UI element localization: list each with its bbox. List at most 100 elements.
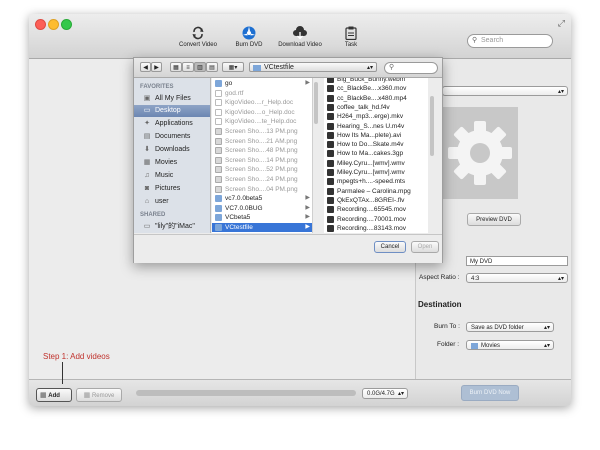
- video-file-row[interactable]: Miley.Cyru...[wmv].wmv: [324, 159, 428, 168]
- burn-dvd-now-button[interactable]: Burn DVD Now: [461, 385, 519, 401]
- file-row[interactable]: Screen Sho....24 PM.png: [212, 175, 312, 184]
- close-window-button[interactable]: [35, 19, 46, 30]
- video-file-row[interactable]: Hearing_S...nes U.m4v: [324, 122, 428, 131]
- folder-row[interactable]: go ▶: [212, 79, 312, 88]
- menu-template-select[interactable]: ▴▾: [442, 86, 568, 96]
- sidebar-item-user[interactable]: ⌂ user: [134, 196, 210, 208]
- video-file-row[interactable]: cc_BlackBe....x480.mp4: [324, 94, 428, 103]
- icon-view-button[interactable]: ▦: [170, 62, 182, 72]
- sidebar-item-pictures[interactable]: ◙ Pictures: [134, 183, 210, 195]
- open-file-dialog: ◀ ▶ ▦ ≡ ▥ ▤ ▦▾ VCtestfile ▴▾ ⚲ FAVORITES…: [133, 57, 443, 263]
- file-row[interactable]: Screen Sho....21 AM.png: [212, 137, 312, 146]
- open-button[interactable]: Open: [411, 241, 439, 253]
- file-row[interactable]: KigoVideo....te_Help.doc: [212, 117, 312, 126]
- disc-size-select[interactable]: 0.0G/4.7G ▴▾: [362, 388, 408, 399]
- folder-row[interactable]: VC7.0.0BUG ▶: [212, 204, 312, 213]
- column2-scrollbar[interactable]: [430, 96, 434, 156]
- folder-row[interactable]: VCtestfile ▶: [212, 223, 312, 232]
- step-pointer-line: [62, 362, 63, 384]
- video-file-row[interactable]: Recording....65545.mov: [324, 205, 428, 214]
- shared-heading: SHARED: [140, 212, 166, 218]
- zoom-window-button[interactable]: [61, 19, 72, 30]
- video-file-row[interactable]: mpegts+h....-speed.mts: [324, 177, 428, 186]
- video-file-row[interactable]: Miley.Cyru...[wmv].wmv: [324, 168, 428, 177]
- arrange-button[interactable]: ▦▾: [222, 62, 244, 72]
- select-arrows-icon: ▴▾: [543, 343, 550, 349]
- sidebar-item-label: All My Files: [155, 95, 191, 102]
- file-row[interactable]: Screen Sho....04 PM.png: [212, 185, 312, 194]
- remove-button[interactable]: ▦ Remove: [76, 388, 122, 402]
- select-arrows-icon: ▴▾: [397, 391, 404, 397]
- burn-to-select[interactable]: Save as DVD folder ▴▾: [466, 322, 554, 332]
- image-file-icon: [215, 147, 222, 155]
- add-label: Add: [48, 393, 60, 399]
- sidebar-item-movies[interactable]: ▦ Movies: [134, 157, 210, 169]
- folder-row[interactable]: vc7.0.0beta5 ▶: [212, 194, 312, 203]
- cancel-button[interactable]: Cancel: [374, 241, 406, 253]
- file-row[interactable]: Screen Sho....14 PM.png: [212, 156, 312, 165]
- video-file-row[interactable]: How to Ma...cakes.3gp: [324, 149, 428, 158]
- sidebar-item-documents[interactable]: ▤ Documents: [134, 131, 210, 143]
- task-tool[interactable]: Task: [321, 26, 381, 48]
- video-file-row[interactable]: How to Do...Skate.m4v: [324, 140, 428, 149]
- burn-to-value: Save as DVD folder: [471, 325, 524, 331]
- back-button[interactable]: ◀: [140, 62, 151, 72]
- dialog-search-field[interactable]: ⚲: [384, 62, 438, 74]
- sidebar-item-all-my-files[interactable]: ▣ All My Files: [134, 93, 210, 105]
- dialog-footer: Cancel Open: [134, 234, 442, 263]
- video-file-icon: [327, 187, 334, 195]
- path-popup[interactable]: VCtestfile ▴▾: [249, 62, 377, 72]
- video-file-icon: [327, 150, 334, 158]
- video-file-row[interactable]: coffee_talk_hd.f4v: [324, 103, 428, 112]
- video-file-row[interactable]: Big_Buck_Bunny.webm: [324, 78, 428, 84]
- folder-label: Folder :: [437, 341, 460, 348]
- file-name: Screen Sho....48 PM.png: [225, 147, 298, 155]
- video-file-row[interactable]: Recording....83143.mov: [324, 224, 428, 233]
- sidebar-item-desktop[interactable]: ▭ Desktop: [134, 105, 210, 117]
- sidebar-item-music[interactable]: ♫ Music: [134, 170, 210, 182]
- folder-select[interactable]: Movies ▴▾: [466, 340, 554, 350]
- file-row[interactable]: KigoVideo....r_Help.doc: [212, 98, 312, 107]
- video-file-row[interactable]: cc_BlackBe....x360.mov: [324, 84, 428, 93]
- file-row[interactable]: Screen Sho....48 PM.png: [212, 146, 312, 155]
- files-icon: ▣: [143, 95, 151, 102]
- sidebar-item-applications[interactable]: ✦ Applications: [134, 118, 210, 130]
- video-file-row[interactable]: Recording....70001.mov: [324, 215, 428, 224]
- sidebar-item-downloads[interactable]: ⬇ Downloads: [134, 144, 210, 156]
- file-name: How Its Ma...plete).avi: [337, 131, 402, 139]
- video-file-row[interactable]: How Its Ma...plete).avi: [324, 131, 428, 140]
- burn-dvd-label: Burn DVD: [235, 42, 263, 48]
- file-row[interactable]: Screen Sho....52 PM.png: [212, 165, 312, 174]
- disc-size-value: 0.0G/4.7G: [367, 391, 395, 397]
- convert-video-label: Convert Video: [179, 42, 217, 48]
- preview-dvd-button[interactable]: Preview DVD: [467, 213, 521, 226]
- downloads-icon: ⬇: [144, 146, 150, 153]
- column1-scrollbar[interactable]: [314, 82, 318, 124]
- coverflow-view-button[interactable]: ▤: [206, 62, 218, 72]
- file-row[interactable]: Screen Sho....13 PM.png: [212, 127, 312, 136]
- file-row[interactable]: KigoVideo....o_Help.doc: [212, 108, 312, 117]
- sidebar-item-label: user: [155, 198, 169, 205]
- video-file-row[interactable]: Parmalee – Carolina.mpg: [324, 187, 428, 196]
- select-arrows-icon: ▴▾: [366, 65, 373, 71]
- folder-icon: [253, 65, 261, 71]
- forward-button[interactable]: ▶: [151, 62, 162, 72]
- video-file-row[interactable]: QkExQTAx...8GREI-.flv: [324, 196, 428, 205]
- video-file-icon: [327, 94, 334, 102]
- add-button[interactable]: ▦ Add: [36, 388, 72, 402]
- file-row[interactable]: god.rtf: [212, 89, 312, 98]
- dvd-name-field[interactable]: My DVD: [466, 256, 568, 266]
- preview-dvd-label: Preview DVD: [476, 217, 512, 223]
- minimize-window-button[interactable]: [48, 19, 59, 30]
- folder-row[interactable]: VCbeta5 ▶: [212, 213, 312, 222]
- file-name: H264_mp3...erge).mkv: [337, 113, 404, 121]
- image-file-icon: [215, 176, 222, 183]
- video-file-row[interactable]: H264_mp3...erge).mkv: [324, 112, 428, 121]
- aspect-ratio-select[interactable]: 4:3 ▴▾: [466, 273, 568, 283]
- search-field[interactable]: ⚲ Search: [467, 34, 553, 48]
- sidebar-item-shared-imac[interactable]: ▭ "lily"的"iMac": [134, 221, 210, 233]
- column-view-button[interactable]: ▥: [194, 62, 206, 72]
- file-name: KigoVideo....o_Help.doc: [225, 108, 295, 116]
- list-view-button[interactable]: ≡: [182, 62, 194, 72]
- fullscreen-icon[interactable]: ⤢: [558, 18, 565, 29]
